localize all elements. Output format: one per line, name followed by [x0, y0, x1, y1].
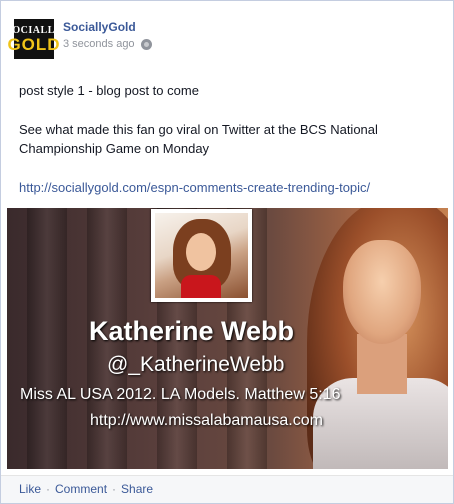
- post-meta: 3 seconds ago: [63, 38, 152, 50]
- image-profile-bio: Miss AL USA 2012. LA Models. Matthew 5:1…: [20, 386, 341, 403]
- post-header: SOCIALLY GOLD SociallyGold 3 seconds ago: [6, 11, 434, 59]
- logo-line2: GOLD: [7, 34, 61, 54]
- post-link[interactable]: http://sociallygold.com/espn-comments-cr…: [19, 180, 370, 195]
- share-button[interactable]: Share: [121, 482, 153, 496]
- post-actions-bar: Like · Comment · Share: [1, 475, 453, 503]
- like-button[interactable]: Like: [19, 482, 41, 496]
- profile-thumbnail: [151, 209, 252, 302]
- comment-button[interactable]: Comment: [55, 482, 107, 496]
- image-profile-handle: @_KatherineWebb: [107, 353, 285, 376]
- timestamp[interactable]: 3 seconds ago: [63, 38, 135, 50]
- post-image[interactable]: Katherine Webb @_KatherineWebb Miss AL U…: [7, 208, 448, 469]
- post-text-line1: post style 1 - blog post to come: [19, 83, 199, 98]
- page-name-link[interactable]: SociallyGold: [63, 20, 136, 34]
- separator: ·: [46, 482, 51, 496]
- logo-line1: SOCIALLY: [6, 24, 62, 36]
- image-profile-url: http://www.missalabamausa.com: [90, 412, 323, 429]
- post-text-line2: See what made this fan go viral on Twitt…: [19, 122, 378, 156]
- post-body: post style 1 - blog post to come See wha…: [19, 81, 435, 197]
- page-avatar[interactable]: SOCIALLY GOLD: [6, 19, 61, 59]
- separator: ·: [112, 482, 117, 496]
- globe-icon[interactable]: [140, 38, 152, 50]
- image-profile-name: Katherine Webb: [89, 316, 295, 346]
- feed-post: SOCIALLY GOLD SociallyGold 3 seconds ago…: [0, 0, 454, 504]
